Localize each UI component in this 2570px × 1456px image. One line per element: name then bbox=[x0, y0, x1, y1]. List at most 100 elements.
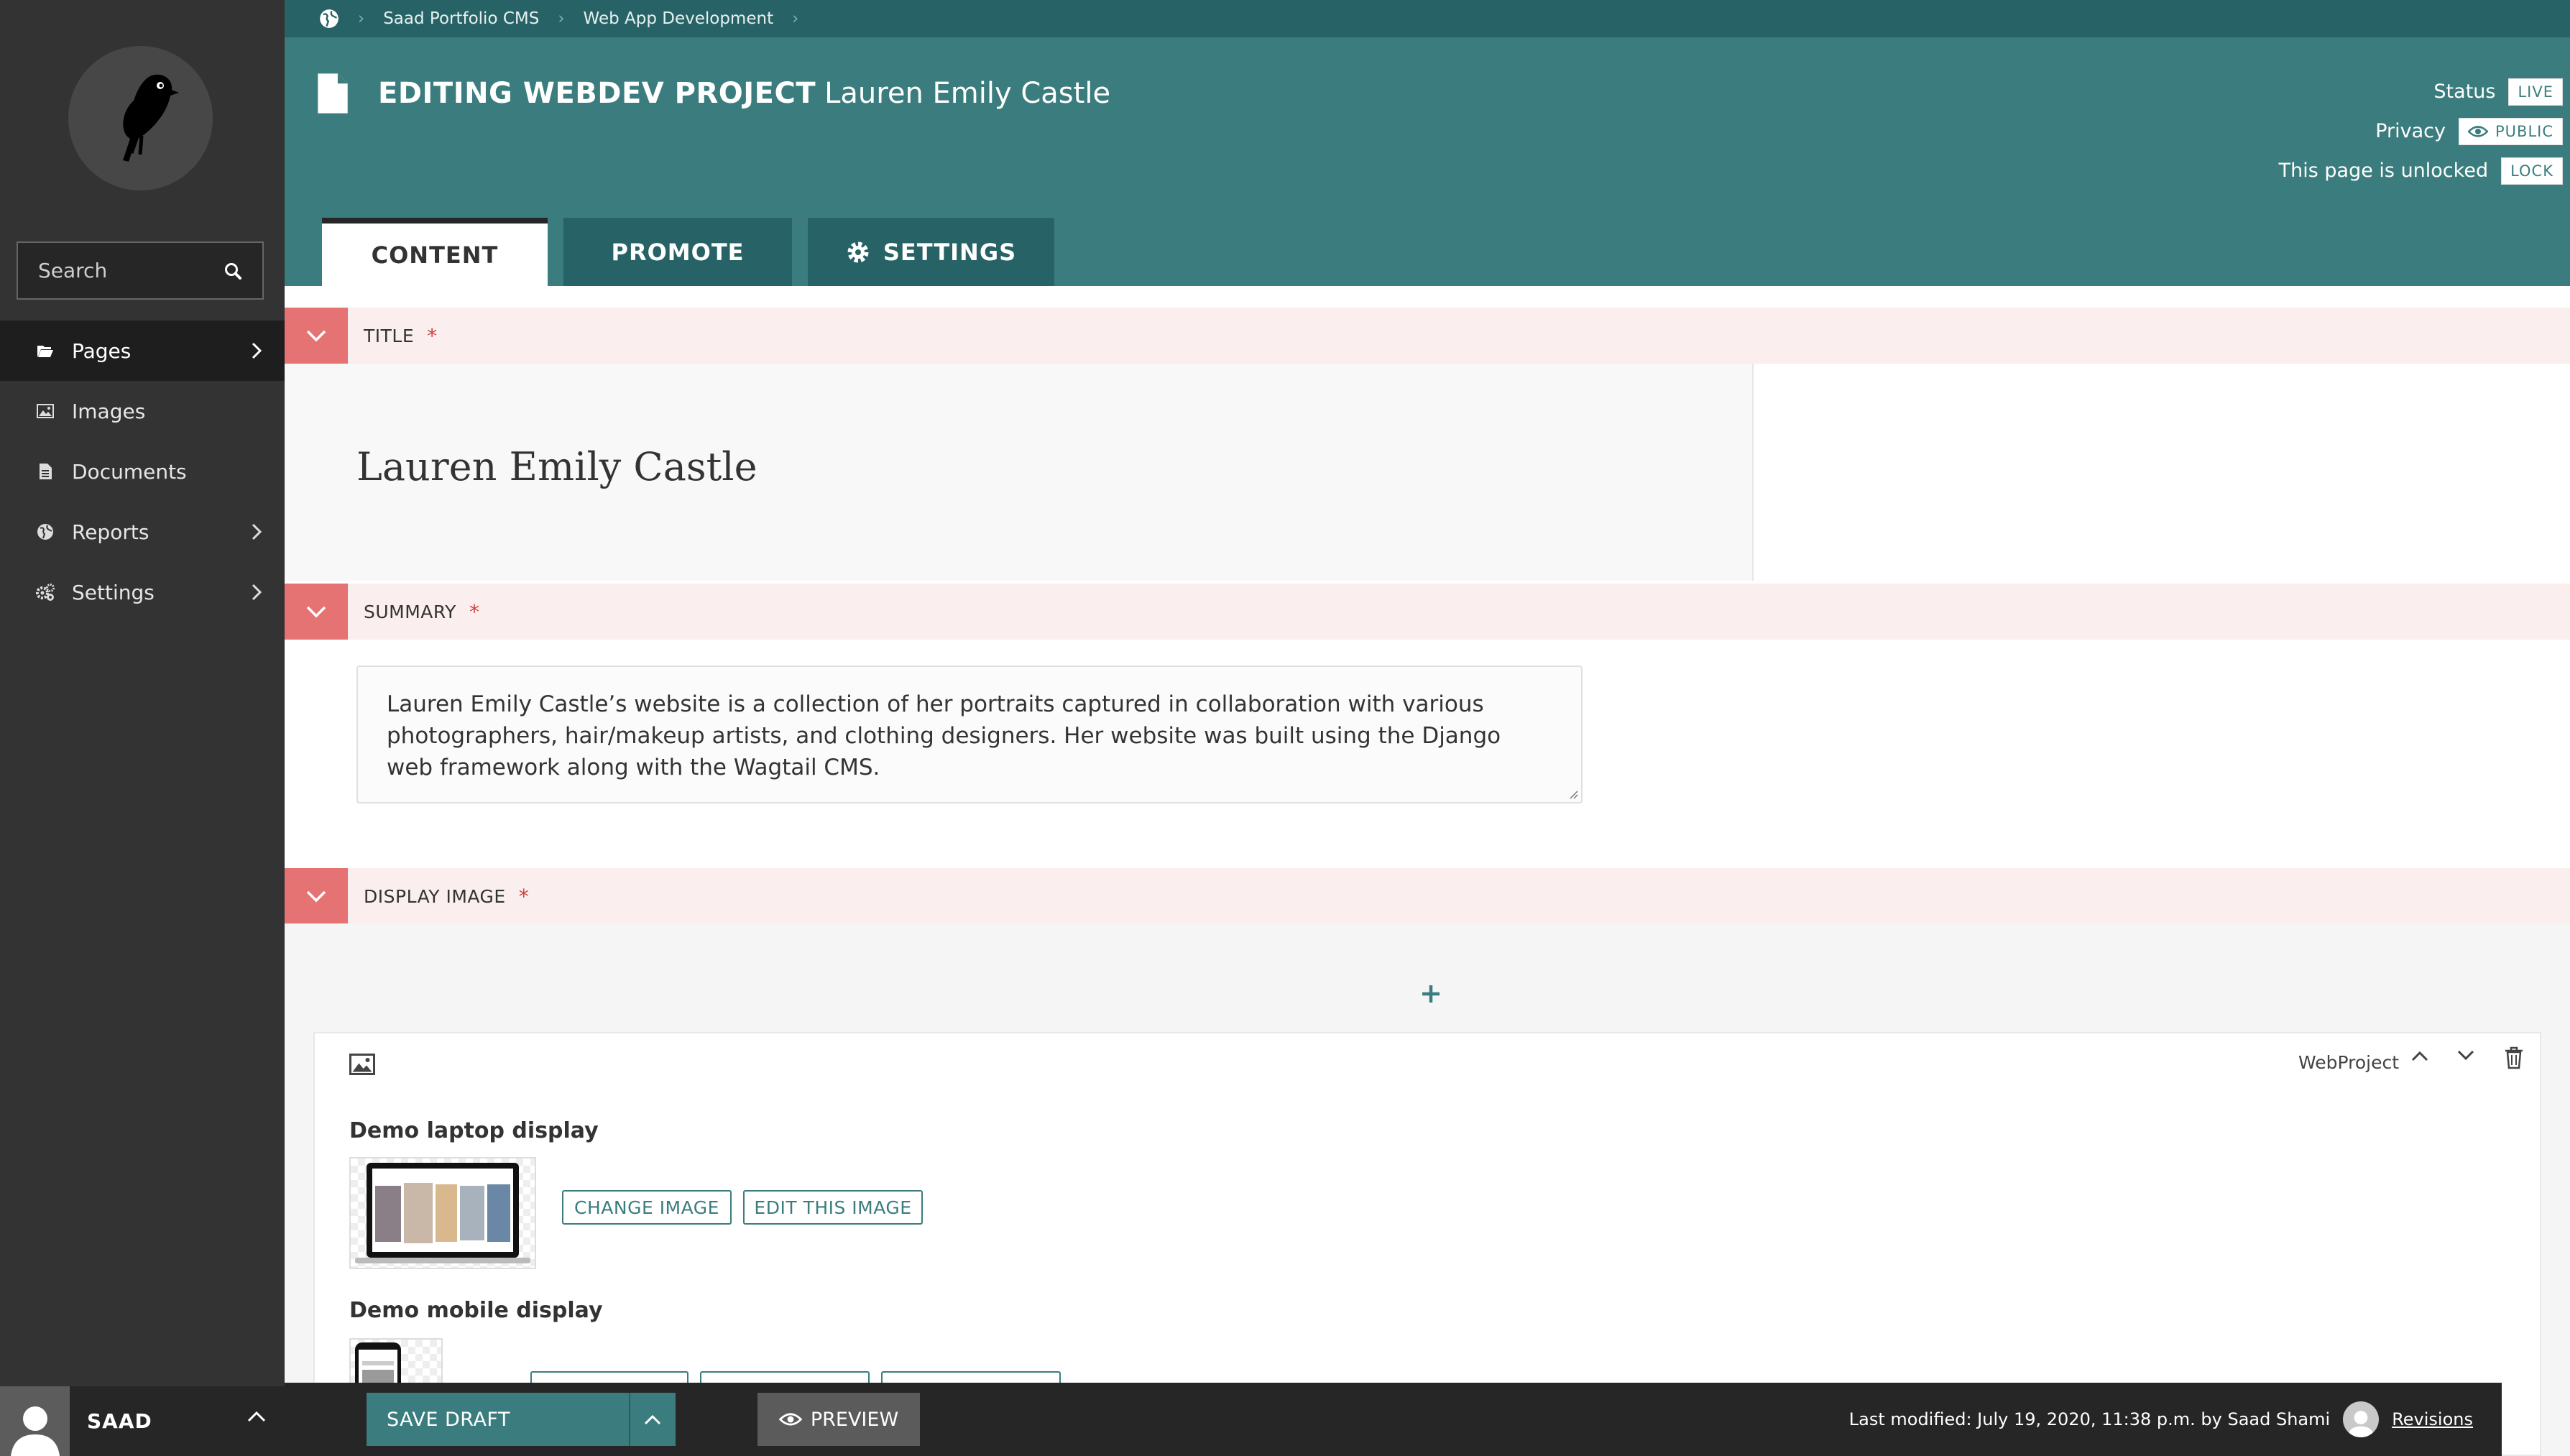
sidebar-item-pages[interactable]: Pages bbox=[0, 321, 285, 381]
display-image-label: DISPLAY IMAGE bbox=[364, 885, 506, 907]
laptop-preview-image bbox=[355, 1163, 530, 1263]
sidebar-item-label: Documents bbox=[72, 459, 187, 484]
privacy-value: PUBLIC bbox=[2495, 122, 2553, 140]
save-draft-label: SAVE DRAFT bbox=[387, 1408, 510, 1431]
breadcrumb-separator: › bbox=[558, 9, 565, 28]
edit-form: TITLE * Lauren Emily Castle SUMMARY * La… bbox=[285, 286, 2570, 1456]
page-meta: Status LIVE Privacy PUBLIC This page is … bbox=[2279, 72, 2563, 190]
footer-action-bar: SAVE DRAFT PREVIEW Last modified: July 1… bbox=[285, 1383, 2502, 1456]
title-input[interactable]: Lauren Emily Castle bbox=[356, 444, 757, 489]
privacy-button[interactable]: PUBLIC bbox=[2459, 117, 2563, 145]
user-name: SAAD bbox=[87, 1409, 152, 1433]
account-menu[interactable]: SAAD bbox=[0, 1386, 285, 1456]
chevron-up-icon[interactable] bbox=[247, 1411, 266, 1422]
page-title-name: Lauren Emily Castle bbox=[824, 77, 1111, 110]
sidebar-item-documents[interactable]: Documents bbox=[0, 441, 285, 502]
gear-icon bbox=[847, 241, 869, 262]
preview-button[interactable]: PREVIEW bbox=[757, 1393, 920, 1446]
change-image-button[interactable]: CHANGE IMAGE bbox=[562, 1190, 732, 1225]
sidebar-search[interactable]: Search bbox=[17, 241, 264, 300]
chevron-down-icon bbox=[306, 890, 326, 903]
add-block-plus-icon[interactable] bbox=[1420, 983, 1442, 1005]
cogs-icon bbox=[34, 581, 56, 603]
sidebar: Search Pages Images Documents Reports Se… bbox=[0, 0, 285, 1456]
title-label: TITLE bbox=[364, 325, 415, 346]
wagtail-logo[interactable] bbox=[68, 46, 213, 190]
globe-icon bbox=[34, 521, 56, 543]
search-icon[interactable] bbox=[224, 262, 242, 280]
revisions-link[interactable]: Revisions bbox=[2392, 1409, 2473, 1429]
mobile-display-label: Demo mobile display bbox=[349, 1298, 603, 1323]
laptop-display-label: Demo laptop display bbox=[349, 1118, 599, 1143]
tab-content[interactable]: CONTENT bbox=[322, 218, 548, 286]
page-header: › Saad Portfolio CMS › Web App Developme… bbox=[285, 0, 2570, 286]
bird-logo-icon bbox=[122, 74, 179, 162]
trash-icon[interactable] bbox=[2504, 1046, 2524, 1069]
save-draft-button[interactable]: SAVE DRAFT bbox=[367, 1393, 676, 1446]
avatar bbox=[0, 1386, 70, 1456]
breadcrumb: › Saad Portfolio CMS › Web App Developme… bbox=[285, 0, 2570, 37]
move-down-icon[interactable] bbox=[2456, 1049, 2475, 1062]
lock-status-text: This page is unlocked bbox=[2278, 160, 2489, 182]
eye-icon bbox=[778, 1413, 802, 1426]
summary-label: SUMMARY bbox=[364, 601, 456, 622]
user-silhouette-icon bbox=[10, 1406, 60, 1456]
laptop-thumbnail bbox=[349, 1157, 536, 1269]
title-section-header: TITLE * bbox=[285, 308, 2570, 364]
sidebar-item-settings[interactable]: Settings bbox=[0, 562, 285, 622]
tab-settings-label: SETTINGS bbox=[883, 238, 1017, 266]
collapse-summary-button[interactable] bbox=[285, 584, 348, 640]
breadcrumb-item[interactable]: Saad Portfolio CMS bbox=[383, 9, 539, 28]
user-silhouette-icon bbox=[2347, 1411, 2375, 1437]
page-title: EDITING WEBDEV PROJECT Lauren Emily Cast… bbox=[316, 72, 1110, 115]
display-image-section-header: DISPLAY IMAGE * bbox=[285, 868, 2570, 924]
breadcrumb-separator: › bbox=[792, 9, 799, 28]
collapse-title-button[interactable] bbox=[285, 308, 348, 364]
tab-bar: CONTENT PROMOTE SETTINGS bbox=[322, 218, 1070, 286]
summary-textarea[interactable]: Lauren Emily Castle’s website is a colle… bbox=[356, 665, 1583, 803]
chevron-down-icon bbox=[306, 330, 326, 342]
tab-promote[interactable]: PROMOTE bbox=[563, 218, 792, 286]
status-label: Status bbox=[2433, 80, 2496, 103]
sidebar-item-label: Images bbox=[72, 399, 146, 423]
lock-button[interactable]: LOCK bbox=[2501, 157, 2563, 185]
sidebar-item-images[interactable]: Images bbox=[0, 381, 285, 441]
block-type-label: WebProject bbox=[2298, 1052, 2399, 1073]
page-title-action: EDITING WEBDEV PROJECT bbox=[378, 77, 816, 110]
summary-text: Lauren Emily Castle’s website is a colle… bbox=[387, 691, 1501, 780]
sidebar-item-label: Settings bbox=[72, 580, 155, 604]
tab-settings[interactable]: SETTINGS bbox=[808, 218, 1054, 286]
chevron-down-icon bbox=[306, 606, 326, 618]
document-icon bbox=[318, 73, 348, 114]
chevron-up-icon bbox=[645, 1414, 661, 1425]
sidebar-item-label: Reports bbox=[72, 520, 149, 544]
title-field[interactable]: Lauren Emily Castle bbox=[285, 364, 1754, 581]
sidebar-nav: Pages Images Documents Reports Settings bbox=[0, 321, 285, 622]
document-icon bbox=[34, 461, 56, 482]
required-marker: * bbox=[427, 323, 438, 348]
more-actions-toggle[interactable] bbox=[628, 1393, 676, 1446]
globe-icon[interactable] bbox=[319, 9, 339, 29]
move-up-icon[interactable] bbox=[2410, 1049, 2429, 1062]
edit-this-image-button[interactable]: EDIT THIS IMAGE bbox=[743, 1190, 923, 1225]
sidebar-item-reports[interactable]: Reports bbox=[0, 502, 285, 562]
image-icon bbox=[34, 400, 56, 422]
preview-label: PREVIEW bbox=[810, 1408, 899, 1431]
last-modified-info: Last modified: July 19, 2020, 11:38 p.m.… bbox=[1849, 1383, 2502, 1456]
breadcrumb-separator: › bbox=[358, 9, 365, 28]
chevron-right-icon bbox=[252, 523, 262, 540]
avatar bbox=[2343, 1401, 2380, 1437]
eye-icon bbox=[2468, 125, 2488, 137]
required-marker: * bbox=[518, 884, 529, 908]
resize-handle-icon[interactable] bbox=[1567, 788, 1578, 799]
folder-open-icon bbox=[34, 340, 56, 361]
image-icon bbox=[349, 1054, 375, 1075]
search-input[interactable]: Search bbox=[38, 259, 107, 282]
privacy-label: Privacy bbox=[2375, 120, 2446, 142]
breadcrumb-item[interactable]: Web App Development bbox=[584, 9, 774, 28]
collapse-display-image-button[interactable] bbox=[285, 868, 348, 924]
status-badge[interactable]: LIVE bbox=[2508, 78, 2563, 106]
last-modified-text: Last modified: July 19, 2020, 11:38 p.m.… bbox=[1848, 1409, 2331, 1429]
summary-section-header: SUMMARY * bbox=[285, 584, 2570, 640]
chevron-right-icon bbox=[252, 342, 262, 359]
